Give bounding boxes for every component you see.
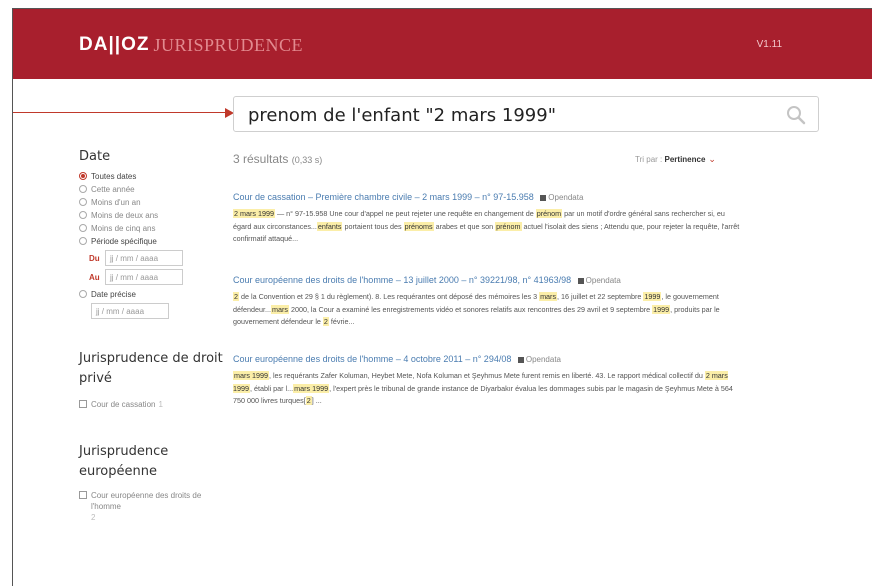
filters-sidebar: Date Toutes dates Cette année Moins d'un… (79, 149, 229, 523)
date-option-under-1-year[interactable]: Moins d'un an (79, 196, 229, 208)
app-frame: DA||OZ JURISPRUDENCE V1.11 prenom de l'e… (12, 8, 872, 586)
date-option-under-5-years[interactable]: Moins de cinq ans (79, 222, 229, 234)
result-title-text[interactable]: Cour européenne des droits de l'homme – … (233, 275, 571, 285)
radio-label: Toutes dates (91, 171, 137, 181)
date-to-input[interactable]: jj / mm / aaaa (105, 269, 183, 285)
sort-label: Tri par : (635, 155, 663, 164)
date-option-specific-period[interactable]: Période spécifique (79, 235, 229, 247)
date-precise-input[interactable]: jj / mm / aaaa (91, 303, 169, 319)
result-title-text[interactable]: Cour européenne des droits de l'homme – … (233, 354, 511, 364)
radio-icon[interactable] (79, 211, 87, 219)
logo-brand: DA||OZ (79, 34, 150, 55)
result-title-text[interactable]: Cour de cassation – Première chambre civ… (233, 192, 534, 202)
radio-icon[interactable] (79, 185, 87, 193)
radio-label: Période spécifique (91, 236, 157, 246)
radio-label: Cette année (91, 184, 135, 194)
result-snippet: mars 1999, les requérants Zafer Koluman,… (233, 371, 733, 405)
search-input[interactable]: prenom de l'enfant "2 mars 1999" (233, 96, 819, 132)
filter-count: 2 (91, 513, 96, 522)
date-option-precise[interactable]: Date précise (79, 288, 229, 300)
annotation-arrow-line (13, 112, 229, 113)
result-title-link[interactable]: Cour de cassation – Première chambre civ… (233, 191, 745, 204)
results-time: (0,33 s) (291, 155, 323, 165)
radio-icon[interactable] (79, 237, 87, 245)
date-from-label: Du (89, 253, 100, 263)
date-to-row: Au jj / mm / aaaa (89, 269, 229, 285)
opendata-badge: Opendata (577, 276, 621, 285)
open-lock-icon (577, 277, 584, 284)
opendata-badge: Opendata (540, 193, 583, 202)
result-item: Cour européenne des droits de l'homme – … (233, 353, 745, 408)
results-count: 3 résultats (0,33 s) (233, 152, 322, 166)
logo-product: JURISPRUDENCE (153, 34, 303, 55)
result-title-link[interactable]: Cour européenne des droits de l'homme – … (233, 353, 745, 366)
private-law-title: Jurisprudence de droit privé (79, 351, 223, 386)
radio-icon[interactable] (79, 198, 87, 206)
version-label: V1.11 (756, 39, 782, 50)
opendata-badge: Opendata (517, 355, 561, 364)
date-filter-title: Date (79, 149, 111, 164)
date-option-this-year[interactable]: Cette année (79, 183, 229, 195)
sort-dropdown[interactable]: Tri par : Pertinence ⌄ (635, 154, 716, 165)
badge-label: Opendata (525, 355, 561, 364)
result-snippet: 2 mars 1999 — n° 97-15.958 Une cour d'ap… (233, 209, 740, 243)
date-option-all[interactable]: Toutes dates (79, 170, 229, 182)
radio-icon[interactable] (79, 290, 87, 298)
filter-cedh[interactable]: Cour européenne des droits de l'homme 2 (79, 490, 229, 523)
badge-label: Opendata (548, 193, 584, 202)
open-lock-icon (517, 356, 524, 363)
search-icon[interactable] (786, 105, 806, 125)
chevron-down-icon[interactable]: ⌄ (708, 154, 716, 164)
checkbox-label: Cour européenne des droits de l'homme (91, 491, 202, 511)
radio-label: Moins de deux ans (91, 210, 159, 220)
radio-label: Moins d'un an (91, 197, 141, 207)
checkbox-label: Cour de cassation (91, 400, 156, 409)
result-item: Cour européenne des droits de l'homme – … (233, 274, 745, 329)
sort-value[interactable]: Pertinence (665, 155, 706, 164)
radio-checked-icon[interactable] (79, 172, 87, 180)
checkbox-icon[interactable] (79, 400, 87, 408)
date-from-input[interactable]: jj / mm / aaaa (105, 250, 183, 266)
app-header: DA||OZ JURISPRUDENCE V1.11 (13, 9, 872, 79)
open-lock-icon (540, 194, 547, 201)
date-from-row: Du jj / mm / aaaa (89, 250, 229, 266)
radio-label: Date précise (91, 289, 136, 299)
european-law-title: Jurisprudence européenne (79, 444, 169, 479)
dalloz-logo[interactable]: DA||OZ JURISPRUDENCE (79, 34, 303, 56)
checkbox-icon[interactable] (79, 491, 87, 499)
result-snippet: 2 de la Convention et 29 § 1 du règlemen… (233, 292, 720, 326)
date-option-under-2-years[interactable]: Moins de deux ans (79, 209, 229, 221)
filter-count: 1 (158, 400, 163, 409)
radio-icon[interactable] (79, 224, 87, 232)
badge-label: Opendata (585, 276, 621, 285)
results-count-text: 3 résultats (233, 152, 289, 166)
filter-cour-de-cassation[interactable]: Cour de cassation 1 (79, 399, 229, 410)
search-query-text[interactable]: prenom de l'enfant "2 mars 1999" (248, 105, 556, 126)
result-title-link[interactable]: Cour européenne des droits de l'homme – … (233, 274, 745, 287)
radio-label: Moins de cinq ans (91, 223, 156, 233)
date-to-label: Au (89, 272, 100, 282)
result-item: Cour de cassation – Première chambre civ… (233, 191, 745, 246)
